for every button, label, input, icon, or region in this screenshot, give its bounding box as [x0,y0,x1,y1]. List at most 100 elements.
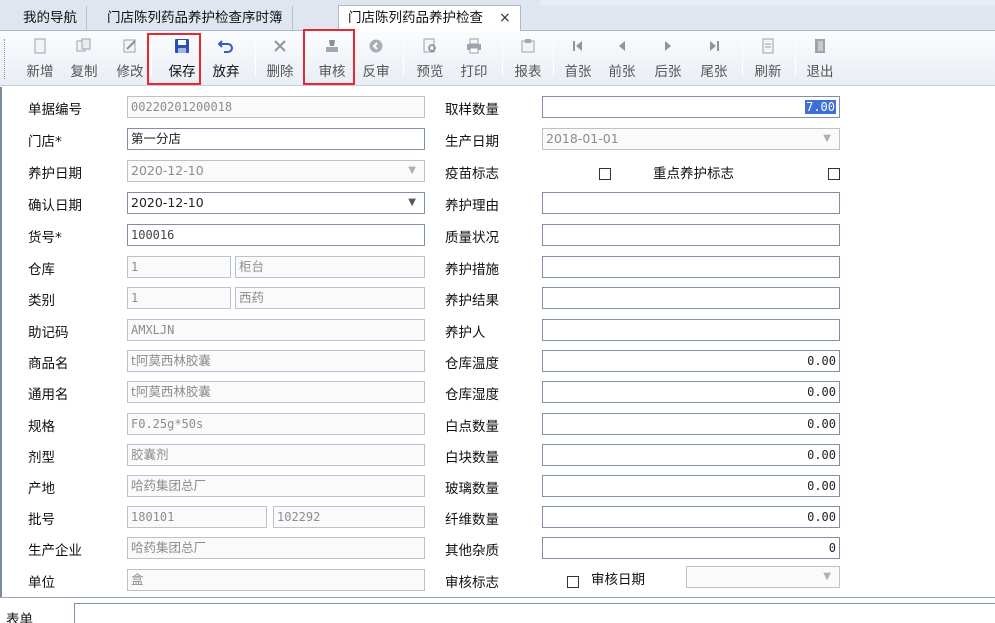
humidity-field[interactable]: 0.00 [542,381,840,403]
refresh-button[interactable]: 刷新 [750,36,786,82]
print-button[interactable]: 打印 [456,36,492,82]
unaudit-label: 反审 [362,64,390,80]
sample-qty-field[interactable]: 7.00 [542,96,840,118]
tab-strip-fill [540,0,995,6]
refresh-label: 刷新 [754,64,782,80]
chevron-down-icon[interactable]: ▼ [823,129,831,149]
toolbar-separator [502,41,503,77]
chevron-down-icon[interactable]: ▼ [408,161,416,181]
origin-field[interactable]: 哈药集团总厂 [127,475,425,497]
key-care-flag-checkbox[interactable] [828,168,840,180]
care-date-select[interactable]: 2020-12-10 ▼ [127,160,425,182]
sample-qty-label: 取样数量 [445,102,499,118]
warehouse-code-field[interactable]: 1 [127,256,231,278]
category-name-field[interactable]: 西药 [235,287,425,309]
toolbar: 新增 复制 修改 保存 放弃 删除 审核 反审 预览 打印 报表 首张 前张 后… [0,29,995,86]
toolbar-separator [553,41,554,77]
tab-display-drug-care-check[interactable]: 门店陈列药品养护检查 × [338,5,521,32]
copy-label: 复制 [70,64,98,80]
quality-field[interactable] [542,224,840,246]
delete-x-icon [274,40,286,52]
copy-button[interactable]: 复制 [66,36,102,82]
exit-label: 退出 [806,64,834,80]
measures-label: 养护措施 [445,262,499,278]
audit-highlight-box [303,29,355,85]
result-label: 养护结果 [445,293,499,309]
care-reason-label: 养护理由 [445,198,499,214]
tab-label: 门店陈列药品养护检查 [348,10,483,26]
print-label: 打印 [460,64,488,80]
form-tab-label[interactable]: 表单 [6,608,33,623]
prev-button[interactable]: 前张 [604,36,640,82]
next-button[interactable]: 后张 [650,36,686,82]
new-button[interactable]: 新增 [22,36,58,82]
confirm-date-select[interactable]: 2020-12-10 ▼ [127,192,425,214]
save-highlight-box [147,33,201,85]
humidity-label: 仓库湿度 [445,387,499,403]
toolbar-separator [255,41,256,77]
edit-button[interactable]: 修改 [112,36,148,82]
tab-label: 门店陈列药品养护检查序时簿 [107,10,283,26]
tab-label: 我的导航 [23,10,77,26]
audit-date-select[interactable]: ▼ [686,566,840,588]
mnemonic-field[interactable]: AMXLJN [127,319,425,341]
form-panel: 单据编号 门店* 养护日期 确认日期 货号* 仓库 类别 助记码 商品名 通用名… [0,87,995,597]
report-button[interactable]: 报表 [510,36,546,82]
white-blocks-field[interactable]: 0.00 [542,444,840,466]
audit-flag-label: 审核标志 [445,575,499,591]
measures-field[interactable] [542,256,840,278]
caretaker-label: 养护人 [445,325,486,341]
product-name-field[interactable]: t阿莫西林胶囊 [127,350,425,372]
temp-field[interactable]: 0.00 [542,350,840,372]
warehouse-name-field[interactable]: 柜台 [235,256,425,278]
generic-name-field[interactable]: t阿莫西林胶囊 [127,381,425,403]
chevron-down-icon[interactable]: ▼ [408,193,416,213]
warehouse-label: 仓库 [28,262,55,278]
preview-button[interactable]: 预览 [412,36,448,82]
unit-field[interactable]: 盒 [127,569,425,591]
refresh-icon [762,38,774,54]
spec-field[interactable]: F0.25g*50s [127,413,425,435]
store-field[interactable]: 第一分店 [127,128,425,150]
care-reason-field[interactable] [542,192,840,214]
tab-my-navigation[interactable]: 我的导航 [14,6,87,31]
other-impurity-field[interactable]: 0 [542,537,840,559]
discard-button[interactable]: 放弃 [208,36,244,82]
doc-no-field[interactable]: 00220201200018 [127,96,425,118]
delete-button[interactable]: 删除 [262,36,298,82]
dosage-form-field[interactable]: 胶囊剂 [127,444,425,466]
new-doc-icon [34,38,46,54]
fiber-field[interactable]: 0.00 [542,506,840,528]
glass-field[interactable]: 0.00 [542,475,840,497]
batch-no-label: 批号 [28,512,55,528]
prod-date-select[interactable]: 2018-01-01 ▼ [542,128,840,150]
item-no-field[interactable]: 100016 [127,224,425,246]
mnemonic-label: 助记码 [28,325,69,341]
audit-flag-checkbox[interactable] [567,576,579,588]
spec-label: 规格 [28,419,55,435]
result-field[interactable] [542,287,840,309]
first-button[interactable]: 首张 [560,36,596,82]
white-dots-field[interactable]: 0.00 [542,413,840,435]
toolbar-separator [742,41,743,77]
caretaker-field[interactable] [542,319,840,341]
next-record-icon [665,41,671,51]
tab-display-drug-care-journal[interactable]: 门店陈列药品养护检查序时簿 [98,6,293,31]
confirm-date-label: 确认日期 [28,198,82,214]
prev-record-icon [619,41,625,51]
unaudit-button[interactable]: 反审 [358,36,394,82]
batch-no-field-2[interactable]: 102292 [273,506,425,528]
vaccine-flag-checkbox[interactable] [599,168,611,180]
exit-button[interactable]: 退出 [802,36,838,82]
manufacturer-field[interactable]: 哈药集团总厂 [127,537,425,559]
batch-no-field[interactable]: 180101 [127,506,267,528]
report-icon [521,39,535,53]
toolbar-grip[interactable] [4,39,7,79]
tab-close-icon[interactable]: × [499,10,511,26]
glass-label: 玻璃数量 [445,481,499,497]
chevron-down-icon[interactable]: ▼ [823,567,831,587]
category-code-field[interactable]: 1 [127,287,231,309]
last-button[interactable]: 尾张 [696,36,732,82]
care-date-label: 养护日期 [28,166,82,182]
temp-label: 仓库温度 [445,356,499,372]
